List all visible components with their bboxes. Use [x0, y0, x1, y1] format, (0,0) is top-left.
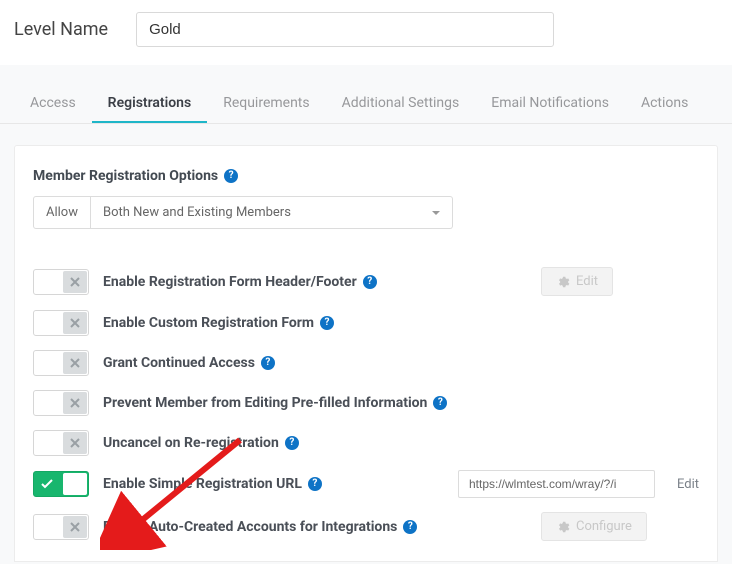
- section-title-text: Member Registration Options: [33, 168, 218, 184]
- simple-url-input[interactable]: [458, 470, 655, 498]
- toggle-prevent-edit[interactable]: [33, 390, 89, 416]
- allow-select-value: Both New and Existing Members: [103, 205, 291, 220]
- close-icon: [63, 312, 87, 334]
- gear-icon: [556, 520, 570, 534]
- level-name-label: Level Name: [14, 19, 108, 40]
- edit-button[interactable]: Edit: [541, 267, 613, 296]
- help-icon[interactable]: ?: [363, 275, 377, 289]
- tab-registrations[interactable]: Registrations: [92, 85, 208, 123]
- level-header: Level Name: [0, 0, 732, 65]
- option-label: Prevent Member from Editing Pre-filled I…: [103, 395, 447, 411]
- close-icon: [63, 432, 87, 454]
- option-label: Enable Simple Registration URL ?: [103, 476, 322, 492]
- option-label: Uncancel on Re-registration ?: [103, 435, 299, 451]
- toggle-auto-accounts[interactable]: [33, 514, 89, 540]
- toggle-uncancel[interactable]: [33, 430, 89, 456]
- option-simple-url: Enable Simple Registration URL ? Edit: [33, 470, 699, 498]
- close-icon: [63, 392, 87, 414]
- close-icon: [63, 516, 87, 538]
- level-name-input[interactable]: [136, 12, 554, 47]
- tab-access[interactable]: Access: [14, 85, 92, 123]
- help-icon[interactable]: ?: [308, 477, 322, 491]
- tabs: Access Registrations Requirements Additi…: [0, 85, 732, 124]
- close-icon: [63, 352, 87, 374]
- help-icon[interactable]: ?: [261, 356, 275, 370]
- configure-button[interactable]: Configure: [541, 512, 647, 541]
- option-label: Enable Registration Form Header/Footer ?: [103, 274, 377, 290]
- toggle-header-footer[interactable]: [33, 269, 89, 295]
- help-icon[interactable]: ?: [285, 436, 299, 450]
- toggle-grant-access[interactable]: [33, 350, 89, 376]
- registrations-panel: Member Registration Options ? Allow Both…: [14, 145, 718, 562]
- option-auto-accounts: Enable Auto-Created Accounts for Integra…: [33, 512, 699, 541]
- option-uncancel: Uncancel on Re-registration ?: [33, 430, 699, 456]
- option-label: Enable Auto-Created Accounts for Integra…: [103, 519, 417, 535]
- edit-link[interactable]: Edit: [677, 477, 699, 492]
- close-icon: [63, 271, 87, 293]
- option-label: Enable Custom Registration Form ?: [103, 315, 334, 331]
- tab-actions[interactable]: Actions: [625, 85, 704, 123]
- tab-requirements[interactable]: Requirements: [207, 85, 325, 123]
- allow-row: Allow Both New and Existing Members: [33, 196, 699, 229]
- option-prevent-edit: Prevent Member from Editing Pre-filled I…: [33, 390, 699, 416]
- help-icon[interactable]: ?: [320, 316, 334, 330]
- option-label: Grant Continued Access ?: [103, 355, 275, 371]
- section-title: Member Registration Options ?: [33, 168, 699, 184]
- tab-email-notifications[interactable]: Email Notifications: [475, 85, 625, 123]
- tabs-bar: Access Registrations Requirements Additi…: [0, 65, 732, 125]
- help-icon[interactable]: ?: [403, 520, 417, 534]
- help-icon[interactable]: ?: [224, 169, 238, 183]
- allow-label: Allow: [33, 196, 91, 229]
- option-grant-access: Grant Continued Access ?: [33, 350, 699, 376]
- option-custom-form: Enable Custom Registration Form ?: [33, 310, 699, 336]
- toggle-simple-url[interactable]: [33, 471, 89, 497]
- check-icon: [35, 473, 59, 495]
- option-header-footer: Enable Registration Form Header/Footer ?…: [33, 267, 699, 296]
- help-icon[interactable]: ?: [433, 396, 447, 410]
- gear-icon: [556, 275, 570, 289]
- allow-select[interactable]: Both New and Existing Members: [91, 196, 453, 229]
- toggle-custom-form[interactable]: [33, 310, 89, 336]
- tab-additional-settings[interactable]: Additional Settings: [326, 85, 476, 123]
